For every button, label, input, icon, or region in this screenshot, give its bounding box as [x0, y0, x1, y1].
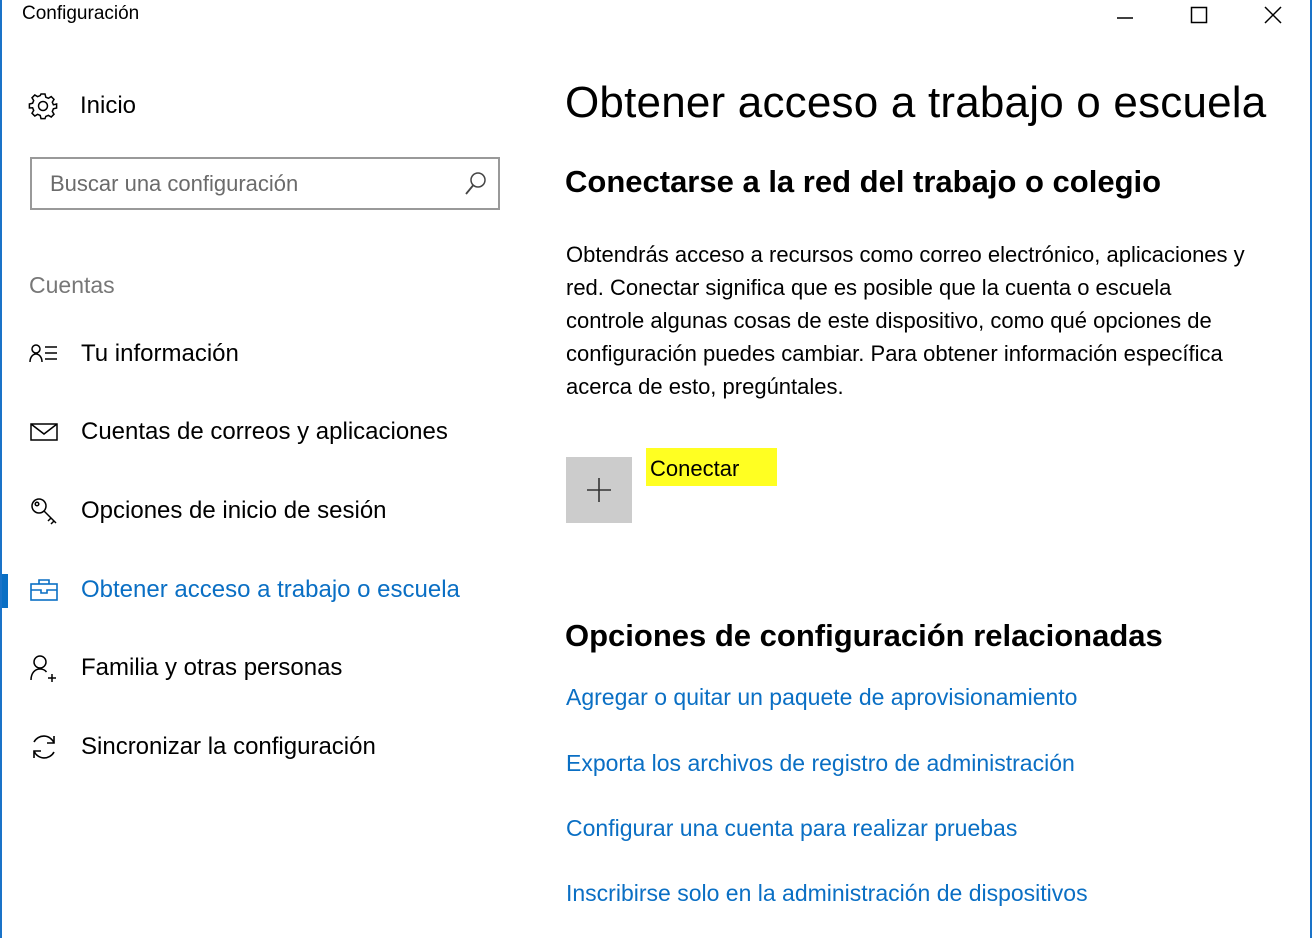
active-indicator [2, 574, 8, 608]
sidebar-item-family[interactable]: Familia y otras personas [2, 638, 532, 698]
key-icon [28, 495, 60, 527]
minimize-button[interactable] [1088, 0, 1162, 30]
gear-icon [28, 91, 58, 121]
minimize-icon [1117, 17, 1133, 19]
link-test-account[interactable]: Configurar una cuenta para realizar prue… [566, 815, 1017, 842]
sidebar-item-sign-in-options[interactable]: Opciones de inicio de sesión [2, 481, 532, 541]
section-label-accounts: Cuentas [29, 272, 115, 298]
link-provisioning-package[interactable]: Agregar o quitar un paquete de aprovisio… [566, 684, 1077, 711]
mail-icon [28, 416, 60, 448]
sidebar-item-email-accounts[interactable]: Cuentas de correos y aplicaciones [2, 402, 532, 462]
close-button[interactable] [1236, 0, 1310, 30]
section-title-connect: Conectarse a la red del trabajo o colegi… [565, 164, 1162, 199]
connect-button[interactable]: Conectar [566, 444, 778, 523]
close-icon [1264, 6, 1282, 24]
sidebar-item-label: Cuentas de correos y aplicaciones [81, 418, 448, 445]
sidebar-item-label: Tu información [81, 340, 239, 367]
section-title-related: Opciones de configuración relacionadas [565, 618, 1163, 653]
sidebar-item-sync[interactable]: Sincronizar la configuración [2, 717, 532, 777]
sidebar-item-work-school[interactable]: Obtener acceso a trabajo o escuela [2, 560, 532, 620]
sidebar-item-label: Obtener acceso a trabajo o escuela [81, 576, 460, 603]
connect-description: Obtendrás acceso a recursos como correo … [566, 242, 1245, 399]
window-title: Configuración [22, 3, 140, 24]
sidebar-item-label: Sincronizar la configuración [81, 733, 376, 760]
sync-icon [28, 731, 60, 763]
search-input[interactable] [32, 159, 432, 208]
plus-icon [566, 457, 632, 523]
connect-label: Conectar [646, 448, 778, 486]
home-label: Inicio [80, 92, 137, 119]
title-bar: Configuración [2, 0, 1310, 34]
home-button[interactable]: Inicio [28, 90, 136, 122]
search-icon[interactable] [464, 171, 488, 197]
maximize-button[interactable] [1162, 0, 1236, 30]
person-add-icon [28, 652, 60, 684]
main-content: Obtener acceso a trabajo o escuela Conec… [532, 34, 1312, 938]
search-box[interactable] [30, 157, 500, 210]
sidebar-item-your-info[interactable]: Tu información [2, 324, 532, 384]
settings-window: Configuración Inicio Buscar una configur… [0, 0, 1312, 938]
maximize-icon [1190, 6, 1208, 24]
sidebar: Inicio Cuentas [2, 34, 532, 938]
sidebar-item-label: Familia y otras personas [81, 654, 343, 681]
sidebar-item-label: Opciones de inicio de sesión [81, 497, 387, 524]
person-card-icon [28, 338, 60, 370]
briefcase-icon [28, 574, 60, 606]
link-export-logs[interactable]: Exporta los archivos de registro de admi… [566, 750, 1075, 777]
link-device-management[interactable]: Inscribirse solo en la administración de… [566, 880, 1088, 907]
page-title: Obtener acceso a trabajo o escuela [565, 78, 1267, 127]
